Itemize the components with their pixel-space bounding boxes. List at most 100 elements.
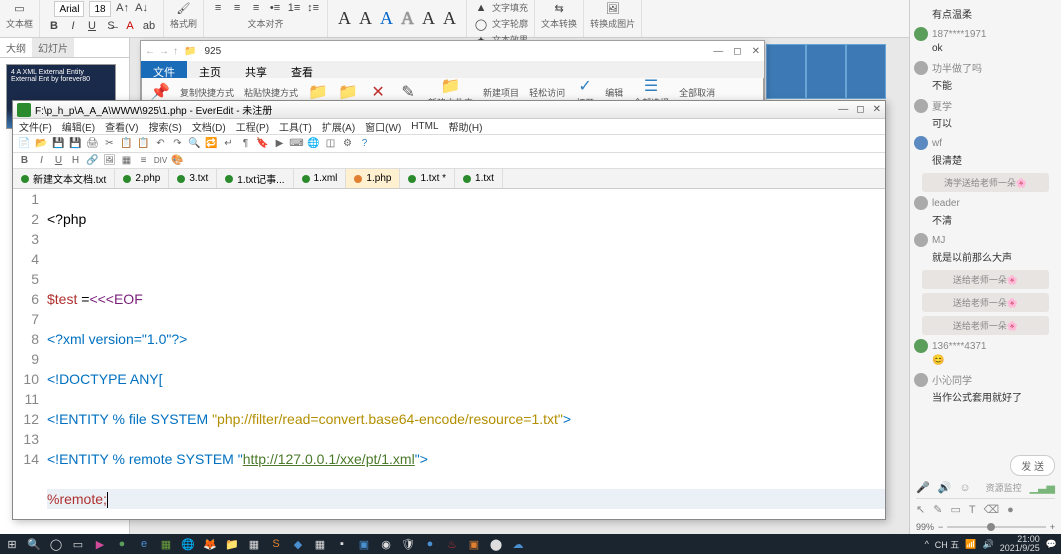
menu-project[interactable]: 工程(P) — [236, 119, 269, 134]
wordwrap-icon[interactable]: ↵ — [221, 136, 236, 151]
speaker-icon[interactable]: 🔊 — [938, 481, 952, 494]
up-icon[interactable]: ↑ — [173, 46, 178, 57]
volume-icon[interactable]: 🔊 — [983, 539, 994, 550]
font-color-icon[interactable]: A — [122, 18, 138, 34]
app-icon[interactable]: ● — [114, 536, 130, 552]
tab-newtext[interactable]: 新建文本文档.txt — [13, 169, 115, 188]
ime-indicator[interactable]: CH 五 — [935, 538, 960, 551]
copy-shortcut-button[interactable]: 复制快捷方式 — [176, 84, 238, 101]
send-button[interactable]: 发 送 — [1010, 455, 1055, 476]
menu-html[interactable]: HTML — [411, 121, 438, 132]
network-icon[interactable]: 📶 — [965, 539, 976, 550]
selectnone-button[interactable]: 全部取消 — [675, 84, 719, 101]
browser-icon[interactable]: 🌐 — [306, 136, 321, 151]
replace-icon[interactable]: 🔁 — [204, 136, 219, 151]
zoom-out-icon[interactable]: − — [938, 522, 943, 532]
to-image-icon[interactable]: 🖼 — [605, 0, 621, 16]
code-editor[interactable]: 1234567891011121314 <?php $test =<<<EOF … — [13, 189, 885, 519]
pointer-icon[interactable]: ↖ — [916, 503, 925, 516]
search-icon[interactable]: 🔍 — [26, 536, 42, 552]
print-icon[interactable]: 🖨 — [85, 136, 100, 151]
app-icon[interactable]: ◉ — [378, 536, 394, 552]
bold-btn-icon[interactable]: B — [17, 153, 32, 168]
run-icon[interactable]: ▶ — [272, 136, 287, 151]
heading-icon[interactable]: H — [68, 153, 83, 168]
app-icon[interactable]: ▣ — [356, 536, 372, 552]
terminal-icon[interactable]: ▪ — [334, 536, 350, 552]
menu-help[interactable]: 帮助(H) — [449, 119, 483, 134]
menu-file[interactable]: 文件(F) — [19, 119, 52, 134]
notifications-icon[interactable]: 💬 — [1046, 539, 1057, 550]
taskview-icon[interactable]: ▭ — [70, 536, 86, 552]
increase-font-icon[interactable]: A↑ — [115, 0, 131, 16]
textbox-icon[interactable]: ▭ — [12, 0, 28, 16]
bookmark-icon[interactable]: 🔖 — [255, 136, 270, 151]
tab-1txt[interactable]: 1.txt — [455, 169, 503, 188]
wordart-style-6[interactable]: A — [439, 8, 460, 29]
zoom-slider[interactable] — [947, 526, 1045, 528]
paste-icon[interactable]: 📋 — [136, 136, 151, 151]
wordart-style-3[interactable]: A — [376, 8, 397, 29]
app-icon[interactable]: ▶ — [92, 536, 108, 552]
split-icon[interactable]: ◫ — [323, 136, 338, 151]
app-icon[interactable]: 🛡 — [400, 536, 416, 552]
monitor-label[interactable]: 资源监控 — [986, 481, 1022, 494]
new-file-icon[interactable]: 📄 — [17, 136, 32, 151]
app-icon[interactable]: ▦ — [158, 536, 174, 552]
explorer-icon[interactable]: 📁 — [224, 536, 240, 552]
cut-icon[interactable]: ✂ — [102, 136, 117, 151]
pen-icon[interactable]: ✎ — [933, 503, 942, 516]
zoom-thumb[interactable] — [987, 523, 995, 531]
menu-search[interactable]: 搜索(S) — [148, 119, 181, 134]
rect-icon[interactable]: ▭ — [950, 503, 960, 516]
tab-1xml[interactable]: 1.xml — [294, 169, 347, 188]
menu-tools[interactable]: 工具(T) — [279, 119, 312, 134]
sublime-icon[interactable]: S — [268, 536, 284, 552]
menu-edit[interactable]: 编辑(E) — [62, 119, 95, 134]
app-icon[interactable]: ♨ — [444, 536, 460, 552]
text-convert-icon[interactable]: ⇆ — [551, 0, 567, 16]
bullets-icon[interactable]: •≡ — [267, 0, 283, 16]
numbering-icon[interactable]: 1≡ — [286, 0, 302, 16]
tab-1txtnote[interactable]: 1.txt记事... — [217, 169, 293, 188]
redo-icon[interactable]: ↷ — [170, 136, 185, 151]
tray-up-icon[interactable]: ^ — [925, 539, 929, 549]
decrease-font-icon[interactable]: A↓ — [134, 0, 150, 16]
align-right-icon[interactable]: ≡ — [248, 0, 264, 16]
help-icon[interactable]: ? — [357, 136, 372, 151]
chrome-icon[interactable]: 🌐 — [180, 536, 196, 552]
text-fill-icon[interactable]: ▲ — [473, 0, 489, 16]
app-icon[interactable]: ● — [422, 536, 438, 552]
font-size-combo[interactable]: 18 — [89, 1, 110, 17]
tab-1txtstar[interactable]: 1.txt * — [400, 169, 455, 188]
app-icon[interactable]: ▦ — [246, 536, 262, 552]
div-icon[interactable]: DIV — [153, 153, 168, 168]
tab-3txt[interactable]: 3.txt — [169, 169, 217, 188]
easyaccess-button[interactable]: 轻松访问 — [525, 84, 569, 101]
app-icon[interactable]: ▣ — [466, 536, 482, 552]
copy-icon[interactable]: 📋 — [119, 136, 134, 151]
color-icon[interactable]: ● — [1007, 504, 1014, 516]
find-icon[interactable]: 🔍 — [187, 136, 202, 151]
clock[interactable]: 21:00 2021/9/25 — [1000, 535, 1040, 553]
start-icon[interactable]: ⊞ — [4, 536, 20, 552]
editor-titlebar[interactable]: F:\p_h_p\A_A_A\WWW\925\1.php - EverEdit … — [13, 101, 885, 119]
mic-icon[interactable]: 🎤 — [916, 481, 930, 494]
wordart-style-1[interactable]: A — [334, 8, 355, 29]
image-icon[interactable]: 🖼 — [102, 153, 117, 168]
undo-icon[interactable]: ↶ — [153, 136, 168, 151]
saveall-icon[interactable]: 💾 — [68, 136, 83, 151]
zoom-in-icon[interactable]: + — [1050, 522, 1055, 532]
eraser-icon[interactable]: ⌫ — [984, 503, 1000, 516]
menu-view[interactable]: 查看(V) — [105, 119, 138, 134]
forward-icon[interactable]: → — [159, 46, 169, 57]
close-icon[interactable]: ✕ — [752, 46, 760, 57]
app-icon[interactable]: ◆ — [290, 536, 306, 552]
tab-2php[interactable]: 2.php — [115, 169, 169, 188]
italic-btn-icon[interactable]: I — [34, 153, 49, 168]
wordart-style-4[interactable]: A — [397, 8, 418, 29]
text-outline-icon[interactable]: ◯ — [473, 16, 489, 32]
strike-icon[interactable]: S̶ — [103, 18, 119, 34]
align-center-icon[interactable]: ≡ — [229, 0, 245, 16]
terminal-icon[interactable]: ⌨ — [289, 136, 304, 151]
